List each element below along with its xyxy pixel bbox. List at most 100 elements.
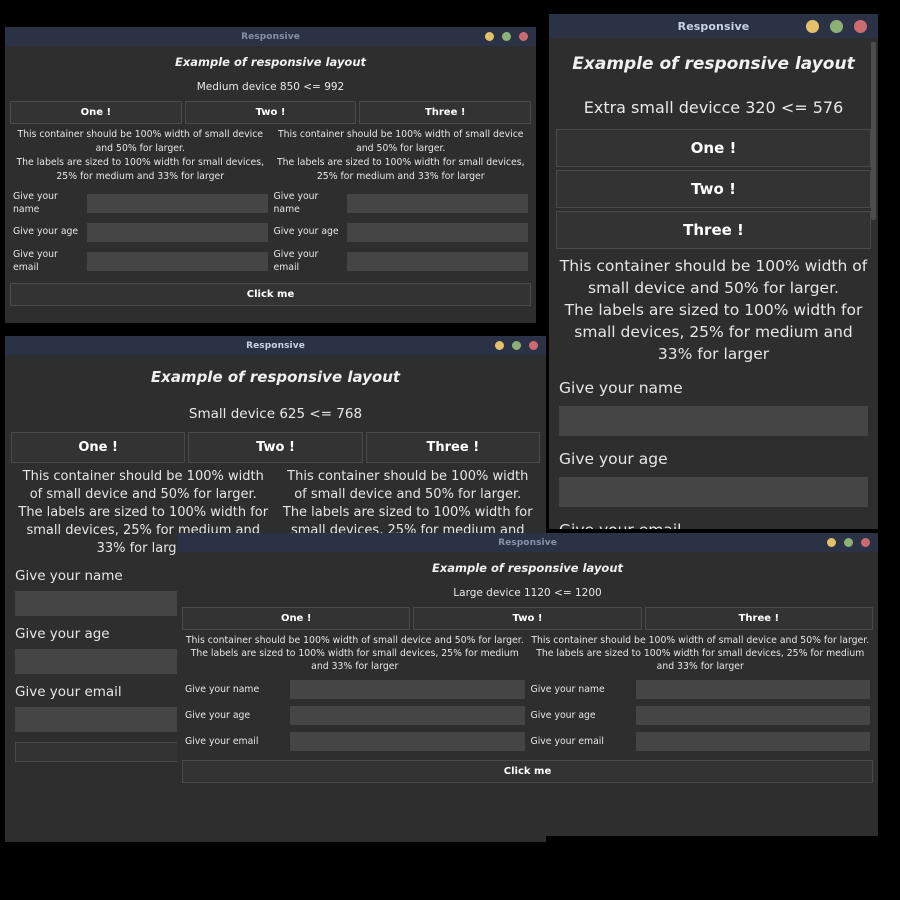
column-blurb: This container should be 100% width of s…: [16, 129, 265, 182]
submit-button[interactable]: Click me: [10, 283, 531, 306]
input-name[interactable]: [347, 194, 528, 213]
form-row-email: Give your email: [559, 521, 868, 529]
maximize-dot-icon[interactable]: [502, 32, 511, 41]
titlebar[interactable]: Responsive: [5, 336, 546, 355]
input-name[interactable]: [559, 406, 868, 436]
tab-two[interactable]: Two !: [556, 170, 871, 208]
minimize-dot-icon[interactable]: [495, 341, 504, 350]
maximize-dot-icon[interactable]: [844, 538, 853, 547]
columns-container: This container should be 100% width of s…: [556, 255, 871, 529]
tab-three[interactable]: Three !: [644, 607, 873, 630]
input-age[interactable]: [559, 477, 868, 507]
tab-two[interactable]: Two !: [413, 607, 642, 630]
input-age[interactable]: [290, 706, 525, 725]
maximize-dot-icon[interactable]: [512, 341, 521, 350]
form-row-name: Give your name: [273, 191, 528, 216]
label-name: Give your name: [559, 379, 683, 397]
window-controls: [485, 27, 528, 46]
titlebar[interactable]: Responsive: [5, 27, 536, 46]
page-heading: Example of responsive layout: [572, 54, 855, 74]
tab-three[interactable]: Three !: [365, 432, 540, 463]
device-subheading: Medium device 850 <= 992: [196, 81, 345, 93]
window-medium-device[interactable]: Responsive Example of responsive layout …: [5, 27, 536, 323]
titlebar[interactable]: Responsive: [177, 533, 878, 552]
label-name: Give your name: [273, 191, 319, 215]
minimize-dot-icon[interactable]: [827, 538, 836, 547]
form-row-email: Give your email: [185, 732, 525, 751]
column-blurb: This container should be 100% width of s…: [559, 257, 868, 363]
window-title: Responsive: [498, 537, 557, 548]
window-title: Responsive: [241, 31, 300, 42]
label-name: Give your name: [185, 684, 260, 695]
page-heading: Example of responsive layout: [431, 561, 624, 575]
label-age: Give your age: [530, 710, 596, 721]
label-age: Give your age: [13, 226, 79, 238]
tab-two[interactable]: Two !: [188, 432, 363, 463]
label-email: Give your email: [530, 736, 604, 747]
window-large-device[interactable]: Responsive Example of responsive layout …: [177, 533, 878, 836]
input-email[interactable]: [86, 252, 268, 271]
titlebar[interactable]: Responsive: [549, 14, 878, 38]
page-heading: Example of responsive layout: [174, 55, 367, 69]
column-left: This container should be 100% width of s…: [10, 128, 271, 274]
label-email: Give your email: [559, 521, 868, 529]
scrollbar-thumb[interactable]: [871, 42, 876, 220]
maximize-dot-icon[interactable]: [830, 19, 843, 33]
close-dot-icon[interactable]: [854, 19, 867, 33]
tab-one[interactable]: One !: [182, 607, 411, 630]
close-dot-icon[interactable]: [519, 32, 528, 41]
column-blurb: This container should be 100% width of s…: [185, 635, 524, 672]
page-heading: Example of responsive layout: [150, 368, 401, 386]
form-row-name: Give your name: [559, 379, 868, 436]
close-dot-icon[interactable]: [529, 341, 538, 350]
label-age: Give your age: [185, 710, 251, 721]
tab-three[interactable]: Three !: [556, 211, 871, 249]
vertical-scrollbar[interactable]: [871, 38, 876, 529]
column-blurb: This container should be 100% width of s…: [276, 129, 525, 182]
tab-one[interactable]: One !: [556, 129, 871, 167]
tab-one[interactable]: One !: [10, 101, 182, 124]
minimize-dot-icon[interactable]: [806, 19, 819, 33]
tab-button-row: One ! Two ! Three !: [182, 607, 873, 630]
label-age: Give your age: [273, 226, 339, 238]
input-name[interactable]: [86, 194, 268, 213]
label-email: Give your email: [185, 736, 259, 747]
window-extra-small-device[interactable]: Responsive Example of responsive layout …: [549, 14, 878, 529]
close-dot-icon[interactable]: [861, 538, 870, 547]
label-email: Give your email: [13, 249, 58, 273]
submit-button[interactable]: Click me: [182, 760, 873, 783]
tab-button-row: One ! Two ! Three !: [556, 129, 871, 249]
label-name: Give your name: [13, 191, 58, 215]
input-name[interactable]: [290, 680, 525, 699]
column-single: This container should be 100% width of s…: [556, 255, 871, 529]
form-row-age: Give your age: [530, 706, 870, 725]
form-row-name: Give your name: [530, 680, 870, 699]
label-name: Give your name: [530, 684, 605, 695]
form-row-name: Give your name: [13, 191, 268, 216]
tab-button-row: One ! Two ! Three !: [11, 432, 540, 463]
input-age[interactable]: [86, 223, 268, 242]
columns-container: This container should be 100% width of s…: [10, 128, 531, 274]
input-email[interactable]: [635, 732, 870, 751]
device-subheading: Small device 625 <= 768: [188, 406, 363, 422]
label-age: Give your age: [559, 450, 668, 468]
tab-button-row: One ! Two ! Three !: [10, 101, 532, 124]
tab-one[interactable]: One !: [11, 432, 186, 463]
device-subheading: Large device 1120 <= 1200: [453, 587, 602, 599]
input-name[interactable]: [635, 680, 870, 699]
form-row-age: Give your age: [559, 450, 868, 507]
form-row-email: Give your email: [13, 249, 268, 274]
input-age[interactable]: [635, 706, 870, 725]
window-body: Example of responsive layout Medium devi…: [5, 46, 536, 323]
tab-three[interactable]: Three !: [359, 101, 532, 124]
input-age[interactable]: [347, 223, 528, 242]
input-email[interactable]: [347, 252, 528, 271]
window-body: Example of responsive layout Large devic…: [177, 552, 878, 836]
tab-two[interactable]: Two !: [184, 101, 357, 124]
column-left: This container should be 100% width of s…: [182, 634, 528, 751]
form-row-age: Give your age: [273, 223, 528, 242]
form-row-age: Give your age: [13, 223, 268, 242]
minimize-dot-icon[interactable]: [485, 32, 494, 41]
input-email[interactable]: [290, 732, 525, 751]
window-controls: [827, 533, 870, 552]
